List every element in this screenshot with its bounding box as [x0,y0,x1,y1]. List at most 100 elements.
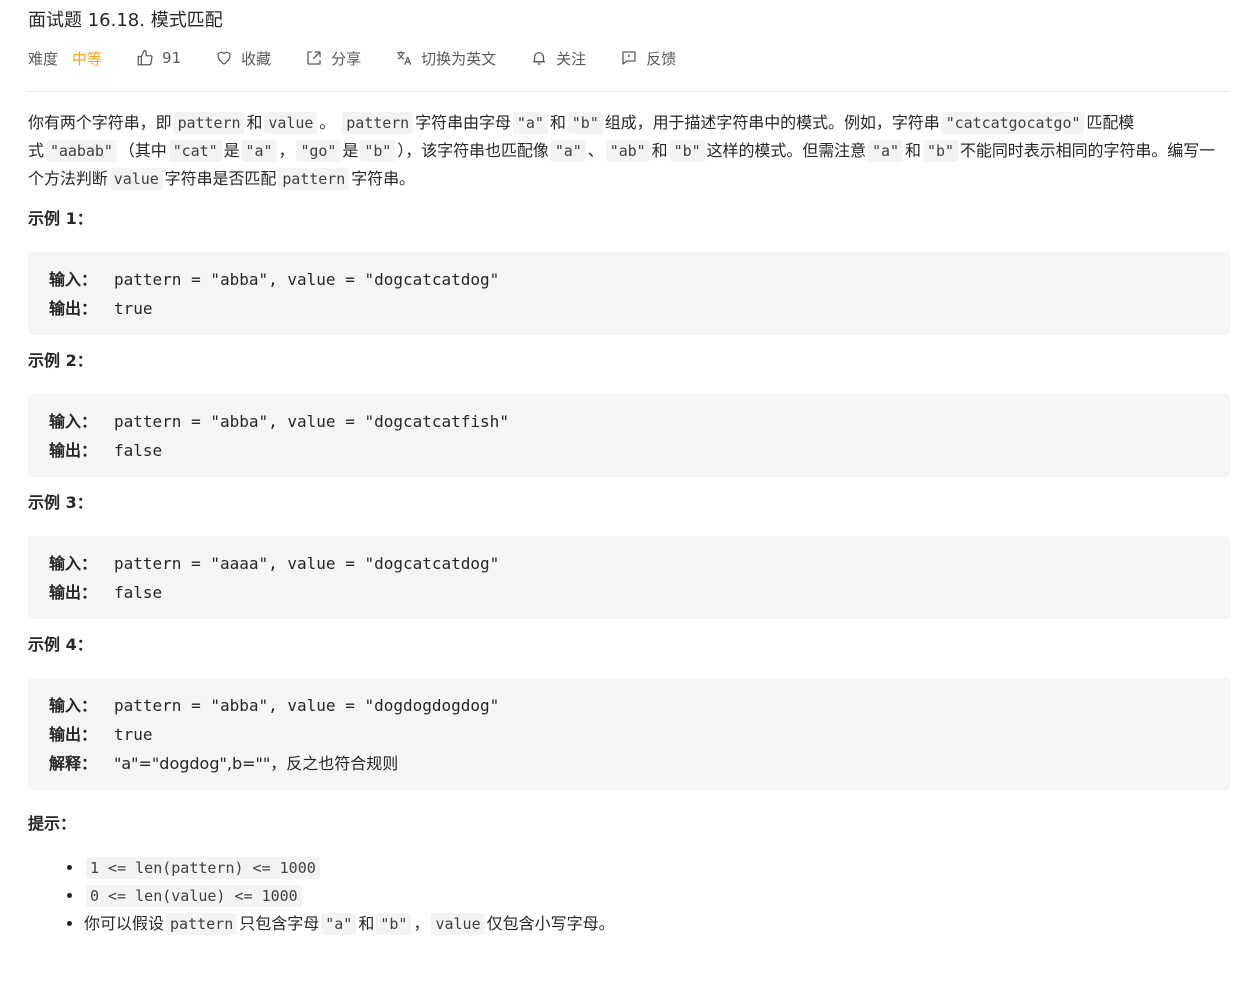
like-button[interactable]: 91 [136,49,181,67]
example-title: 示例 2： [28,351,93,370]
desc-text: ， [278,141,295,160]
feedback-label: 反馈 [646,49,677,68]
inline-code: "b" [567,112,603,134]
bell-icon [533,52,546,65]
output-value: false [114,583,163,602]
input-label: 输入： [49,554,98,573]
output-value: true [114,299,153,318]
desc-text: 、 [587,141,604,160]
desc-text: 是 [223,141,240,160]
follow-label: 关注 [556,49,587,68]
desc-text: 。 [319,113,336,132]
desc-text: 组成，用于描述字符串中的模式。例如，字符串 [604,113,940,132]
inline-code: "a" [321,913,357,935]
desc-text: 这样的模式。但需注意 [706,141,867,160]
inline-code: "aabab" [45,140,117,162]
inline-code: "b" [669,140,705,162]
inline-code: "a" [868,140,904,162]
hint-item: 你可以假设pattern只包含字母"a"和"b"，value仅包含小写字母。 [84,910,1230,938]
desc-text: 和 [246,113,263,132]
explain-label: 解释： [49,754,98,773]
desc-text: ），该字符串也匹配像 [397,141,549,160]
translate-label: 切换为英文 [421,49,497,68]
hints-title: 提示： [28,814,77,833]
example-block: 输入： pattern = "aaaa", value = "dogcatcat… [28,536,1230,619]
translate-icon [397,51,412,65]
example-title: 示例 1： [28,209,93,228]
example-input-line: 输入： pattern = "aaaa", value = "dogcatcat… [49,549,1209,578]
translate-button[interactable]: 切换为英文 [395,48,496,69]
hint-text: ， [413,914,430,933]
inline-code: "a" [550,140,586,162]
example-block: 输入： pattern = "abba", value = "dogcatcat… [28,252,1230,335]
thumbs-up-icon [137,49,153,66]
example-block: 输入： pattern = "abba", value = "dogcatcat… [28,394,1230,477]
inline-code: "b" [376,913,412,935]
example-output-line: 输出： true [49,720,1209,749]
input-value: pattern = "abba", value = "dogdogdogdog" [114,696,500,715]
desc-text: 和 [651,141,668,160]
input-label: 输入： [49,696,98,715]
input-value: pattern = "aaaa", value = "dogcatcatdog" [114,554,500,573]
input-label: 输入： [49,270,98,289]
inline-code: pattern [278,168,350,190]
desc-text: 是 [342,141,359,160]
inline-code: "b" [922,140,958,162]
heart-icon [217,51,231,65]
desc-text: 字符串。 [351,169,416,188]
inline-code: pattern [166,913,238,935]
desc-text: 和 [905,141,921,160]
inline-code: "cat" [168,140,222,162]
inline-code: value [109,168,163,190]
hint-item: 0 <= len(value) <= 1000 [84,882,1230,910]
desc-text: （其中 [118,141,167,160]
difficulty-label: 难度 [28,49,59,68]
input-value: pattern = "abba", value = "dogcatcatfish… [114,412,509,431]
difficulty-indicator: 难度 中等 [28,48,102,69]
header-divider [28,91,1230,92]
inline-code: 0 <= len(value) <= 1000 [86,885,302,907]
favorite-button[interactable]: 收藏 [215,48,271,69]
follow-button[interactable]: 关注 [530,48,586,69]
example-input-line: 输入： pattern = "abba", value = "dogdogdog… [49,691,1209,720]
desc-text: 和 [549,113,566,132]
desc-text: 字符串由字母 [415,113,511,132]
inline-code: pattern [342,112,414,134]
inline-code: "a" [241,140,277,162]
input-value: pattern = "abba", value = "dogcatcatdog" [114,270,500,289]
page-title: 面试题 16.18. 模式匹配 [28,10,223,31]
output-label: 输出： [49,583,98,602]
problem-toolbar: 难度 中等 91 收藏 分享 切换为英文 关注 反馈 [28,45,1230,71]
hint-text: 仅包含小写字母。 [486,914,615,933]
hint-text: 和 [358,914,375,933]
input-label: 输入： [49,412,98,431]
inline-code: value [431,913,485,935]
desc-text: 字符串是否匹配 [164,169,277,188]
inline-code: value [264,112,318,134]
example-explain-line: 解释： "a"="dogdog",b=""，反之也符合规则 [49,749,1209,778]
output-value: true [114,725,153,744]
share-button[interactable]: 分享 [305,48,361,69]
hint-text: 只包含字母 [239,914,320,933]
example-block: 输入： pattern = "abba", value = "dogdogdog… [28,678,1230,790]
feedback-button[interactable]: 反馈 [620,48,676,69]
example-output-line: 输出： false [49,436,1209,465]
difficulty-value: 中等 [72,49,103,68]
problem-description: 你有两个字符串，即 pattern 和 value。 pattern 字符串由字母 "a"… [28,109,1230,193]
output-label: 输出： [49,725,98,744]
example-output-line: 输出： true [49,294,1209,323]
example-input-line: 输入： pattern = "abba", value = "dogcatcat… [49,265,1209,294]
feedback-icon [622,51,636,65]
example-input-line: 输入： pattern = "abba", value = "dogcatcat… [49,407,1209,436]
output-label: 输出： [49,441,98,460]
example-title: 示例 4： [28,635,93,654]
inline-code: "go" [296,140,341,162]
inline-code: "b" [360,140,396,162]
inline-code: "catcatgocatgo" [941,112,1085,134]
explain-value: "a"="dogdog",b=""，反之也符合规则 [114,754,399,773]
inline-code: "ab" [605,140,650,162]
output-value: false [114,441,163,460]
problem-page: 面试题 16.18. 模式匹配 难度 中等 91 收藏 分享 切换为英文 关注 … [0,0,1258,984]
hint-item: 1 <= len(pattern) <= 1000 [84,854,1230,882]
desc-text: 你有两个字符串，即 [28,113,172,132]
